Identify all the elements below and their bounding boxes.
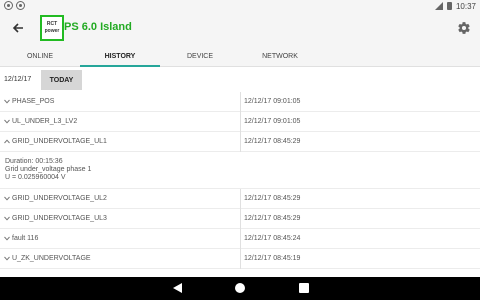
chevron-down-icon [4,196,10,201]
tab-history[interactable]: HISTORY [80,45,160,67]
event-time: 12/12/17 08:45:29 [244,138,301,145]
date-selector[interactable]: 12/12/17 [4,76,31,83]
event-row-expanded[interactable]: GRID_UNDERVOLTAGE_UL1 12/12/17 08:45:29 [0,132,480,152]
app-title: PS 6.0 Island [64,21,132,33]
chevron-down-icon [4,256,10,261]
column-divider [240,112,241,132]
notification-icon [4,1,13,10]
tab-online[interactable]: ONLINE [0,45,80,67]
nav-home-icon[interactable] [235,283,245,293]
event-name: GRID_UNDERVOLTAGE_UL2 [12,195,107,202]
logo-text: RCT power [44,21,60,34]
column-divider [240,92,241,112]
event-row[interactable]: fault 116 12/12/17 08:45:24 [0,229,480,249]
column-divider [240,189,241,209]
back-button[interactable] [10,20,26,36]
date-bar: 12/12/17 TODAY [0,68,480,92]
chevron-up-icon [4,139,10,144]
event-duration: Duration: 00:15:36 [5,158,63,165]
event-detail: Duration: 00:15:36 Grid under_voltage ph… [0,152,480,189]
event-time: 12/12/17 08:45:29 [244,215,301,222]
notification-icon [16,1,25,10]
tab-network[interactable]: NETWORK [240,45,320,67]
nav-back-icon[interactable] [173,283,182,293]
tab-bar: ONLINE HISTORY DEVICE NETWORK [0,45,480,67]
today-button[interactable]: TODAY [41,70,82,90]
event-time: 12/12/17 08:45:19 [244,255,301,262]
event-name: PHASE_POS [12,98,55,105]
event-name: GRID_UNDERVOLTAGE_UL1 [12,138,107,145]
app-bar: RCT power PS 6.0 Island [0,12,480,45]
column-divider [240,209,241,229]
event-time: 12/12/17 09:01:05 [244,98,301,105]
nav-recents-icon[interactable] [299,283,309,293]
event-row[interactable]: GRID_UNDERVOLTAGE_UL2 12/12/17 08:45:29 [0,189,480,209]
status-time: 10:37 [455,1,476,11]
arrow-back-icon [12,23,23,33]
status-bar: 10:37 [0,0,480,12]
event-description: Grid under_voltage phase 1 [5,166,92,173]
chevron-down-icon [4,119,10,124]
chevron-down-icon [4,99,10,104]
event-name: UL_UNDER_L3_LV2 [12,118,78,125]
event-row[interactable]: GRID_UNDERVOLTAGE_UL3 12/12/17 08:45:29 [0,209,480,229]
chevron-down-icon [4,216,10,221]
event-time: 12/12/17 08:45:24 [244,235,301,242]
event-name: fault 116 [12,235,39,242]
event-name: GRID_UNDERVOLTAGE_UL3 [12,215,107,222]
event-time: 12/12/17 09:01:05 [244,118,301,125]
active-tab-indicator [80,65,160,67]
battery-icon [446,2,452,10]
gear-icon [458,22,470,34]
column-divider [240,132,241,152]
event-value: U = 0.025960004 V [5,174,66,181]
settings-button[interactable] [457,21,471,35]
event-row[interactable]: PHASE_POS 12/12/17 09:01:05 [0,92,480,112]
system-nav-bar [0,277,480,300]
chevron-down-icon [4,236,10,241]
event-name: U_ZK_UNDERVOLTAGE [12,255,91,262]
signal-icon [434,2,443,10]
column-divider [240,249,241,269]
event-row[interactable]: U_ZK_UNDERVOLTAGE 12/12/17 08:45:19 [0,249,480,269]
event-time: 12/12/17 08:45:29 [244,195,301,202]
column-divider [240,229,241,249]
event-list: PHASE_POS 12/12/17 09:01:05 UL_UNDER_L3_… [0,92,480,269]
event-row[interactable]: UL_UNDER_L3_LV2 12/12/17 09:01:05 [0,112,480,132]
tab-device[interactable]: DEVICE [160,45,240,67]
app-logo: RCT power [40,15,64,41]
